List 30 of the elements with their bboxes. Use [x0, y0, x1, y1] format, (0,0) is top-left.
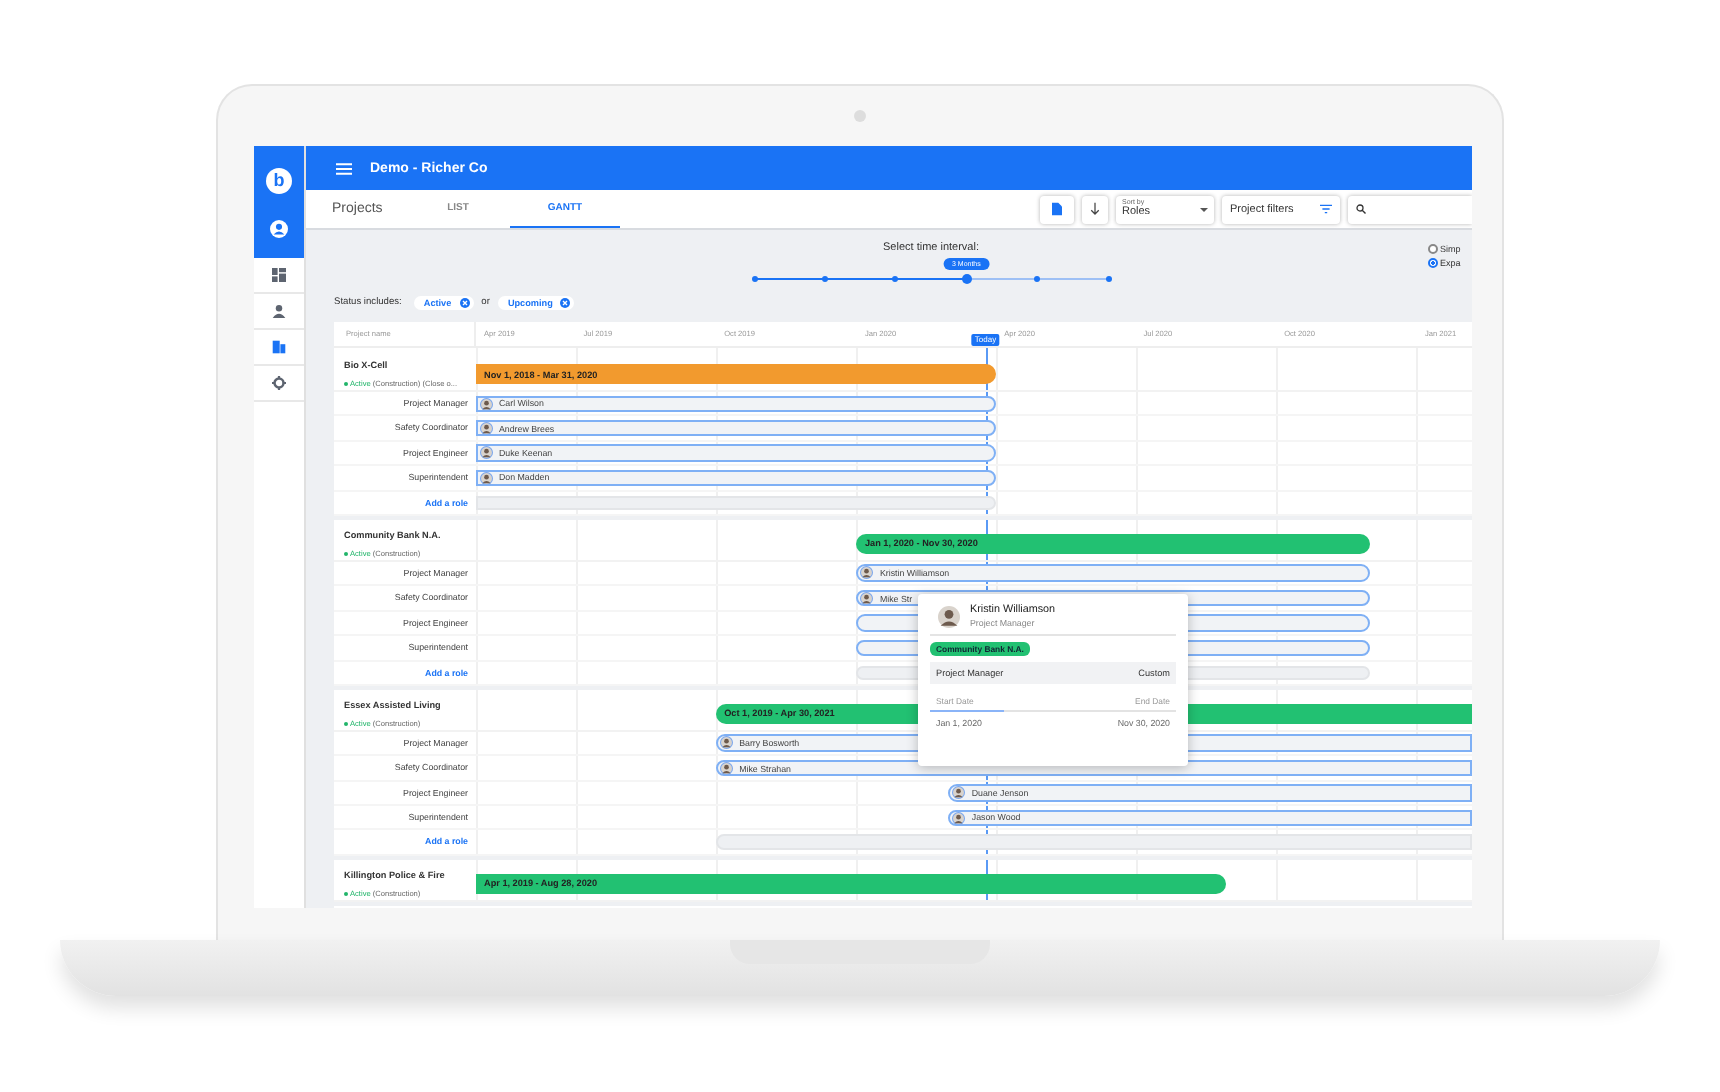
- filter-icon: [1320, 204, 1332, 214]
- avatar-icon: [480, 471, 493, 485]
- camera-icon: [854, 110, 866, 122]
- account-icon[interactable]: [270, 219, 288, 237]
- remove-icon[interactable]: [459, 297, 470, 307]
- radio-button[interactable]: [1428, 244, 1438, 254]
- avatar-icon: [720, 761, 734, 775]
- menu-icon[interactable]: [336, 161, 352, 175]
- logo: b: [266, 167, 292, 193]
- building-icon[interactable]: [272, 340, 286, 354]
- export-button[interactable]: [1040, 195, 1074, 223]
- slider-thumb[interactable]: [961, 273, 972, 283]
- radio-button[interactable]: [1428, 258, 1438, 268]
- search-icon: [1356, 204, 1366, 214]
- avatar-icon: [480, 446, 493, 460]
- sort-direction-button[interactable]: [1082, 195, 1108, 223]
- remove-icon[interactable]: [560, 297, 571, 307]
- settings-icon[interactable]: [272, 376, 286, 390]
- avatar-icon: [938, 605, 960, 627]
- avatar-icon: [480, 421, 493, 435]
- document-icon: [1052, 202, 1062, 216]
- avatar-icon: [952, 786, 966, 800]
- dashboard-icon[interactable]: [272, 268, 286, 282]
- person-icon[interactable]: [272, 304, 286, 318]
- avatar-icon: [480, 397, 493, 410]
- avatar-icon: [860, 566, 874, 580]
- search-field[interactable]: [1348, 195, 1472, 223]
- arrow-down-icon: [1090, 202, 1100, 216]
- caret-icon: [1200, 207, 1208, 211]
- avatar-icon: [952, 811, 966, 825]
